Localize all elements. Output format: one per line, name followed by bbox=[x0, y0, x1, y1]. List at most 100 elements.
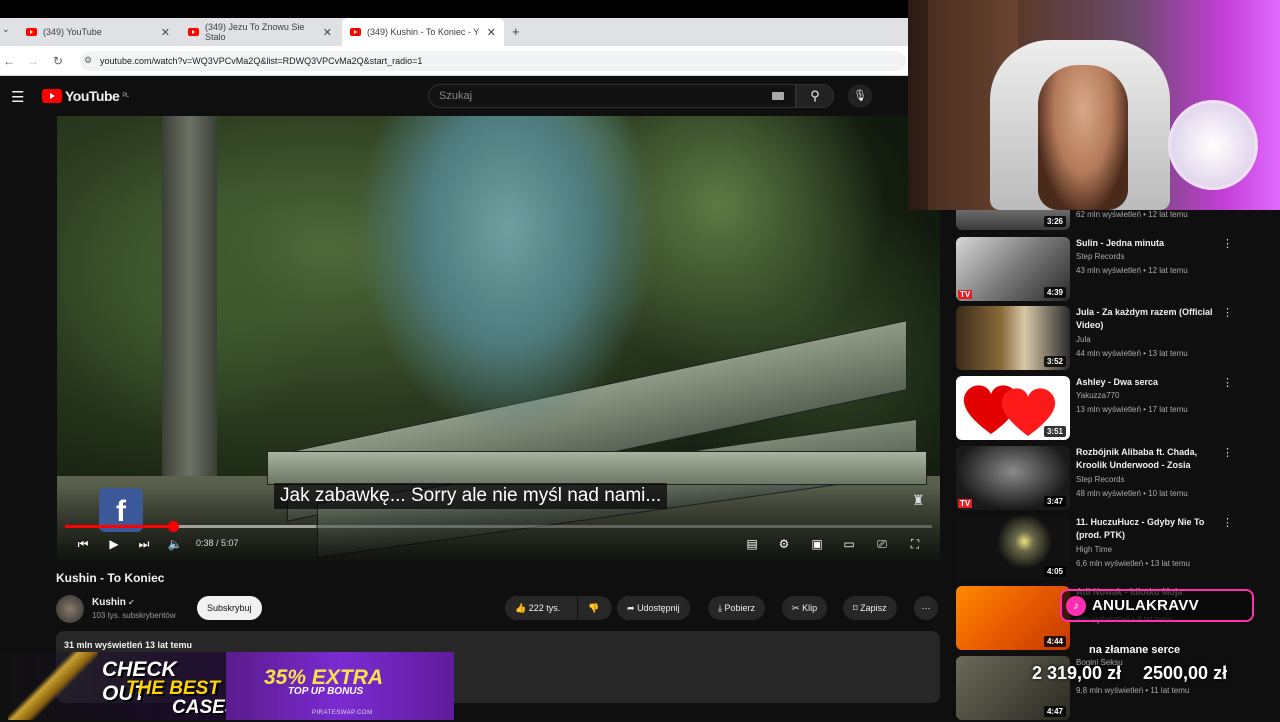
search-input[interactable]: Szukaj bbox=[428, 84, 796, 108]
download-icon: ⤓ bbox=[718, 603, 722, 613]
video-thumbnail: 3:26 bbox=[956, 210, 1070, 230]
video-title: Ashley - Dwa serca bbox=[1076, 377, 1159, 387]
duration-badge: 4:44 bbox=[1043, 636, 1066, 647]
previous-icon[interactable]: ⏮ bbox=[74, 536, 92, 552]
channel-name: Step Records bbox=[1076, 475, 1125, 484]
theater-mode-icon[interactable]: ▭ bbox=[840, 536, 858, 552]
like-button[interactable]: 👍 222 tys. bbox=[505, 596, 577, 620]
fullscreen-icon[interactable]: ⛶ bbox=[906, 536, 924, 552]
more-horizontal-icon: ⋯ bbox=[921, 603, 931, 613]
menu-icon[interactable]: ☰ bbox=[11, 88, 24, 106]
duration-badge: 4:47 bbox=[1043, 706, 1066, 717]
video-subtitle: Jak zabawkę... Sorry ale nie myśl nad na… bbox=[274, 483, 668, 509]
progress-bar[interactable] bbox=[65, 521, 932, 532]
topup-bonus-ad-banner: 35% EXTRA TOP UP BONUS PIRATESWAP.COM bbox=[226, 652, 454, 720]
share-label: Udostępnij bbox=[637, 603, 680, 613]
microphone-icon: 🎙 bbox=[853, 90, 867, 102]
video-thumbnail: TV 3:47 bbox=[956, 446, 1070, 510]
tv-badge: TV bbox=[958, 290, 973, 299]
more-vertical-icon[interactable]: ⋮ bbox=[1222, 446, 1233, 459]
reload-icon[interactable]: ↻ bbox=[49, 52, 67, 70]
donation-goal-current: 2 319,00 zł bbox=[1032, 663, 1122, 683]
more-vertical-icon[interactable]: ⋮ bbox=[1222, 376, 1233, 389]
settings-gear-icon[interactable]: ⚙ bbox=[775, 536, 793, 552]
recommendation-item[interactable]: 3:51 Ashley - Dwa serca Yakuzza770 13 ml… bbox=[956, 376, 1256, 442]
search-button[interactable]: ⚲ bbox=[796, 84, 834, 108]
tiktok-handle-overlay: ♪ ANULAKRAVV bbox=[1060, 589, 1254, 622]
bookmark-icon: ⌑ bbox=[853, 603, 858, 613]
play-icon[interactable]: ▶ bbox=[105, 536, 123, 552]
video-thumbnail: 3:51 bbox=[956, 376, 1070, 440]
tab-list-chevron-icon[interactable]: ⌄ bbox=[2, 24, 10, 35]
site-info-icon[interactable]: ⚙ bbox=[84, 55, 92, 66]
tab-kushin-active[interactable]: (349) Kushin - To Koniec - YouT ✕ bbox=[342, 18, 504, 46]
subtitles-icon[interactable]: ▤ bbox=[743, 536, 761, 552]
webcam-overlay bbox=[908, 0, 1280, 210]
more-actions-button[interactable]: ⋯ bbox=[914, 596, 938, 620]
clip-button[interactable]: ✂ Klip bbox=[782, 596, 828, 620]
tiktok-icon: ♪ bbox=[1066, 595, 1086, 616]
youtube-favicon-icon bbox=[26, 28, 37, 36]
save-button[interactable]: ⌑ Zapisz bbox=[843, 596, 897, 620]
duration-badge: 4:39 bbox=[1043, 287, 1066, 298]
download-label: Pobierz bbox=[724, 603, 756, 613]
keyboard-icon[interactable] bbox=[772, 92, 784, 100]
youtube-play-icon bbox=[42, 89, 62, 103]
duration-badge: 3:52 bbox=[1043, 356, 1066, 367]
tab-close-icon[interactable]: ✕ bbox=[161, 26, 170, 39]
subscribe-button[interactable]: Subskrybuj bbox=[197, 596, 262, 620]
donation-goal-title: na złamane serce bbox=[1089, 644, 1181, 656]
channel-name: High Time bbox=[1076, 545, 1113, 554]
logo-region: PL bbox=[122, 93, 129, 99]
channel-avatar[interactable] bbox=[56, 595, 84, 623]
progress-scrubber[interactable] bbox=[167, 521, 179, 532]
recommendation-item-partial[interactable]: 3:26 62 mln wyświetleń • 12 lat temu bbox=[956, 210, 1256, 232]
video-title: Kushin - To Koniec bbox=[56, 571, 165, 585]
next-icon[interactable]: ⏭ bbox=[135, 536, 153, 552]
dislike-button[interactable]: 👎 bbox=[578, 596, 612, 620]
youtube-favicon-icon bbox=[350, 28, 361, 36]
tab-close-icon[interactable]: ✕ bbox=[323, 26, 332, 39]
tab-jezu[interactable]: (349) Jezu To Znowu Sie Stalo ✕ bbox=[180, 18, 340, 46]
channel-name[interactable]: Kushin bbox=[92, 597, 126, 608]
miniplayer-icon[interactable]: ▣ bbox=[808, 536, 826, 552]
video-meta: 13 mln wyświetleń • 17 lat temu bbox=[1076, 405, 1188, 414]
back-icon[interactable]: ← bbox=[0, 52, 18, 70]
progress-played bbox=[65, 525, 173, 528]
view-count-and-date: 31 mln wyświetleń 13 lat temu bbox=[64, 640, 193, 650]
forward-icon[interactable]: → bbox=[24, 52, 42, 70]
tab-youtube[interactable]: (349) YouTube ✕ bbox=[18, 18, 178, 46]
more-vertical-icon[interactable]: ⋮ bbox=[1222, 237, 1233, 250]
video-meta: 9,8 mln wyświetleń • 11 lat temu bbox=[1076, 686, 1190, 695]
video-meta: 6,6 mln wyświetleń • 13 lat temu bbox=[1076, 559, 1190, 568]
save-label: Zapisz bbox=[860, 603, 887, 613]
channel-name: Step Records bbox=[1076, 252, 1125, 261]
video-meta: 48 mln wyświetleń • 10 lat temu bbox=[1076, 489, 1188, 498]
recommendation-item[interactable]: 4:05 11. HuczuHucz - Gdyby Nie To (prod.… bbox=[956, 516, 1256, 582]
video-meta: 44 mln wyświetleń • 13 lat temu bbox=[1076, 349, 1188, 358]
tab-label: (349) YouTube bbox=[43, 27, 102, 37]
watermark-icon: ♜ bbox=[912, 492, 925, 508]
search-icon: ⚲ bbox=[810, 88, 820, 103]
recommendation-item[interactable]: 3:52 Jula - Za każdym razem (Official Vi… bbox=[956, 306, 1256, 372]
url-field[interactable]: youtube.com/watch?v=WQ3VPCvMa2Q&list=RDW… bbox=[80, 51, 906, 71]
share-button[interactable]: ➦ Udostępnij bbox=[617, 596, 690, 620]
channel-name: Yakuzza770 bbox=[1076, 391, 1120, 400]
channel-name: Jula bbox=[1076, 335, 1091, 344]
clip-label: Klip bbox=[802, 603, 818, 613]
download-button[interactable]: ⤓ Pobierz bbox=[708, 596, 766, 620]
recommendation-item[interactable]: TV 3:47 Rozbójnik Alibaba ft. Chada, Kro… bbox=[956, 446, 1256, 512]
video-title: Rozbójnik Alibaba ft. Chada, Kroolik Und… bbox=[1076, 447, 1198, 470]
voice-search-button[interactable]: 🎙 bbox=[848, 84, 872, 108]
recommendation-item[interactable]: TV 4:39 Sulin - Jedna minuta Step Record… bbox=[956, 237, 1256, 303]
webcam-fan bbox=[1168, 100, 1258, 190]
scissors-icon: ✂ bbox=[792, 603, 800, 613]
youtube-logo[interactable]: YouTube PL bbox=[42, 88, 129, 104]
more-vertical-icon[interactable]: ⋮ bbox=[1222, 306, 1233, 319]
new-tab-icon[interactable]: + bbox=[512, 24, 520, 39]
volume-icon[interactable]: 🔈 bbox=[166, 536, 184, 552]
subscriber-count: 103 tys. subskrybentów bbox=[92, 611, 176, 620]
cast-icon[interactable]: ⎚ bbox=[873, 536, 891, 552]
tab-close-icon[interactable]: ✕ bbox=[487, 26, 496, 39]
more-vertical-icon[interactable]: ⋮ bbox=[1222, 516, 1233, 529]
